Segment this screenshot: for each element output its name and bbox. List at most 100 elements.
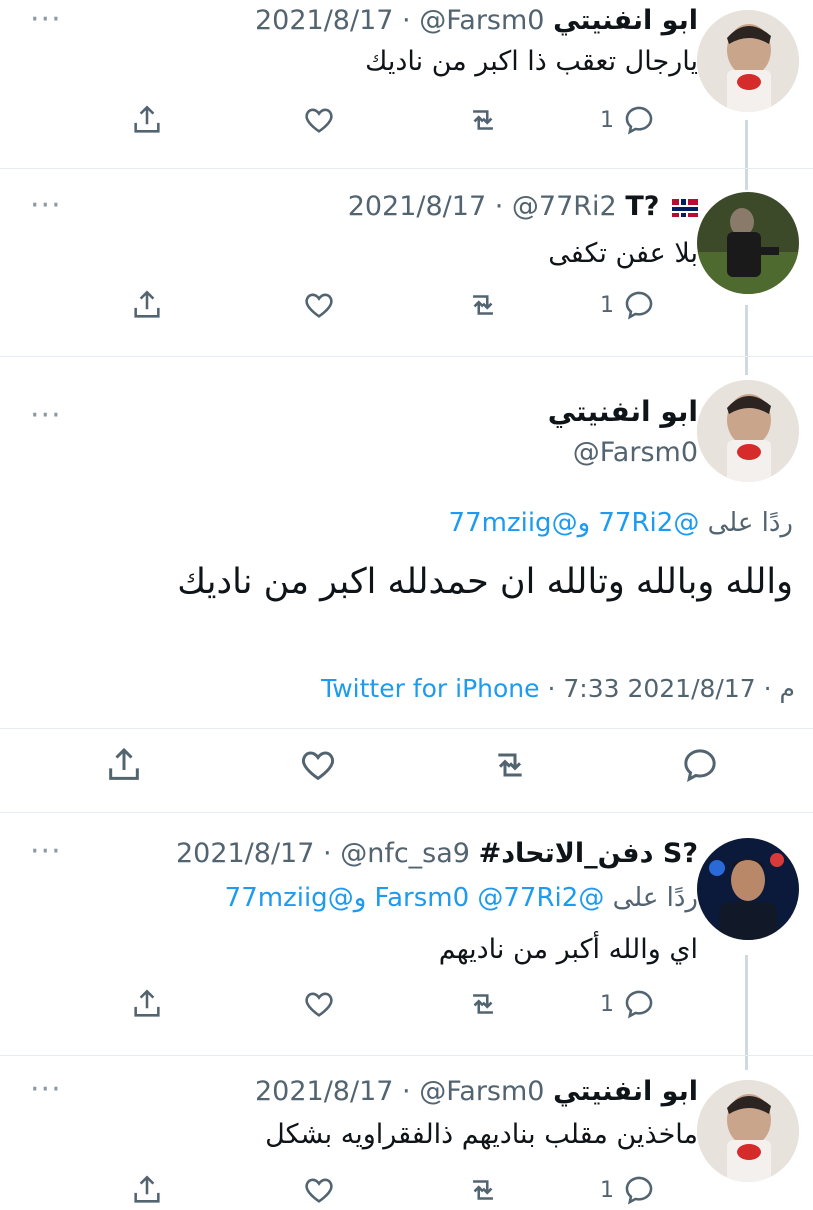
divider	[0, 812, 813, 813]
tweet-header: 2021/8/17 · @nfc_sa9 #دفن_الاتحاد S?	[175, 838, 698, 869]
more-icon[interactable]: ···	[30, 2, 62, 37]
retweet-button[interactable]	[466, 100, 500, 140]
retweet-icon	[473, 110, 493, 130]
avatar[interactable]	[697, 380, 799, 482]
reply-context: ردًا على @77Ri2 و@77mziig	[449, 508, 793, 538]
retweet-icon	[473, 1180, 493, 1200]
share-button[interactable]	[130, 984, 164, 1024]
share-icon	[134, 1175, 160, 1203]
tweet-date[interactable]: 2021/8/17	[348, 191, 486, 222]
share-icon	[134, 105, 160, 133]
share-button[interactable]	[130, 100, 164, 140]
share-button[interactable]	[130, 285, 164, 325]
avatar-image	[697, 838, 799, 940]
avatar-image	[697, 192, 799, 294]
avatar-image	[697, 1080, 799, 1182]
share-icon	[134, 989, 160, 1017]
tweet-actions: 1	[0, 984, 813, 1024]
like-button[interactable]	[298, 745, 338, 785]
main-tweet-author: ابو انفنيتي	[548, 395, 698, 428]
share-icon	[109, 747, 139, 780]
tweet-text: ماخذين مقلب بناديهم ذالفقراويه بشكل	[265, 1119, 698, 1150]
like-button[interactable]	[302, 285, 336, 325]
reply-button[interactable]: 1	[600, 984, 656, 1024]
retweet-icon	[473, 295, 493, 315]
reply-count: 1	[600, 991, 614, 1017]
main-tweet-text: والله وبالله وتالله ان حمدلله اكبر من نا…	[177, 562, 793, 602]
tweet-handle[interactable]: @Farsm0	[419, 5, 544, 36]
main-tweet-handle[interactable]: @Farsm0	[573, 437, 698, 468]
tweet-date[interactable]: 2021/8/17	[176, 838, 314, 869]
tweet-actions: 1	[0, 1170, 813, 1210]
reply-mentions[interactable]: @77Ri2 و@77mziig	[449, 508, 700, 538]
tweet-text: بلا عفن تكفى	[548, 238, 698, 269]
reply-button[interactable]: 1	[600, 100, 656, 140]
tweet-actions: 1	[0, 285, 813, 325]
like-icon	[305, 293, 333, 318]
tweet-header: 2021/8/17 · @77Ri2 T?	[348, 191, 698, 222]
reply-button[interactable]: 1	[600, 1170, 656, 1210]
tweet-header: 2021/8/17 · @Farsm0 ابو انفنيتي	[254, 1076, 698, 1107]
more-icon[interactable]: ···	[30, 834, 62, 869]
share-button[interactable]	[104, 745, 144, 785]
retweet-icon	[498, 753, 522, 777]
avatar[interactable]	[697, 1080, 799, 1182]
divider	[0, 356, 813, 357]
avatar[interactable]	[697, 192, 799, 294]
tweet-author-name[interactable]: #دفن_الاتحاد S?	[479, 838, 698, 869]
retweet-button[interactable]	[466, 285, 500, 325]
tweet-text: اي والله أكبر من ناديهم	[438, 934, 698, 965]
reply-icon	[684, 749, 716, 783]
tweet-text: يارجال تعقب ذا اكبر من ناديك	[365, 46, 698, 77]
share-button[interactable]	[130, 1170, 164, 1210]
more-icon[interactable]: ···	[30, 188, 62, 223]
like-icon	[305, 108, 333, 133]
retweet-icon	[473, 994, 493, 1014]
reply-context: ردًا على @Farsm0 @77Ri2 و@77mziig	[225, 883, 698, 913]
avatar-image	[697, 380, 799, 482]
divider	[0, 168, 813, 169]
reply-count: 1	[600, 292, 614, 318]
reply-icon	[625, 291, 653, 320]
tweet-author-name[interactable]: ابو انفنيتي	[548, 395, 698, 428]
tweet-source[interactable]: Twitter for iPhone	[321, 674, 539, 703]
norway-flag-icon	[672, 198, 698, 217]
tweet-handle[interactable]: @Farsm0	[419, 1076, 544, 1107]
share-icon	[134, 290, 160, 318]
more-icon[interactable]: ···	[30, 398, 62, 433]
like-icon	[301, 751, 335, 781]
more-icon[interactable]: ···	[30, 1072, 62, 1107]
reply-prefix: ردًا على	[612, 883, 698, 913]
like-button[interactable]	[302, 100, 336, 140]
reply-button[interactable]	[680, 745, 720, 785]
tweet-author-name[interactable]: ابو انفنيتي	[553, 1076, 698, 1107]
like-button[interactable]	[302, 1170, 336, 1210]
divider	[0, 728, 813, 729]
reply-count: 1	[600, 1177, 614, 1203]
retweet-button[interactable]	[490, 745, 530, 785]
tweet-date[interactable]: 2021/8/17	[627, 674, 755, 703]
reply-button[interactable]: 1	[600, 285, 656, 325]
main-tweet-meta: Twitter for iPhone · 7:33 م · 2021/8/17	[321, 674, 795, 703]
like-button[interactable]	[302, 984, 336, 1024]
reply-prefix: ردًا على	[707, 508, 793, 538]
tweet-date[interactable]: 2021/8/17	[255, 5, 393, 36]
tweet-handle[interactable]: @nfc_sa9	[340, 838, 470, 869]
tweet-handle[interactable]: @77Ri2	[512, 191, 617, 222]
reply-icon	[625, 990, 653, 1019]
like-icon	[305, 992, 333, 1017]
reply-count: 1	[600, 107, 614, 133]
reply-icon	[625, 106, 653, 135]
reply-icon	[625, 1176, 653, 1205]
tweet-author-name[interactable]: ابو انفنيتي	[553, 5, 698, 36]
reply-mentions[interactable]: @Farsm0 @77Ri2 و@77mziig	[225, 883, 605, 913]
main-tweet-actions	[0, 745, 813, 785]
retweet-button[interactable]	[466, 984, 500, 1024]
retweet-button[interactable]	[466, 1170, 500, 1210]
tweet-actions: 1	[0, 100, 813, 140]
tweet-author-name[interactable]: T?	[625, 191, 659, 222]
avatar[interactable]	[697, 838, 799, 940]
tweet-date[interactable]: 2021/8/17	[255, 1076, 393, 1107]
avatar[interactable]	[697, 10, 799, 112]
like-icon	[305, 1178, 333, 1203]
